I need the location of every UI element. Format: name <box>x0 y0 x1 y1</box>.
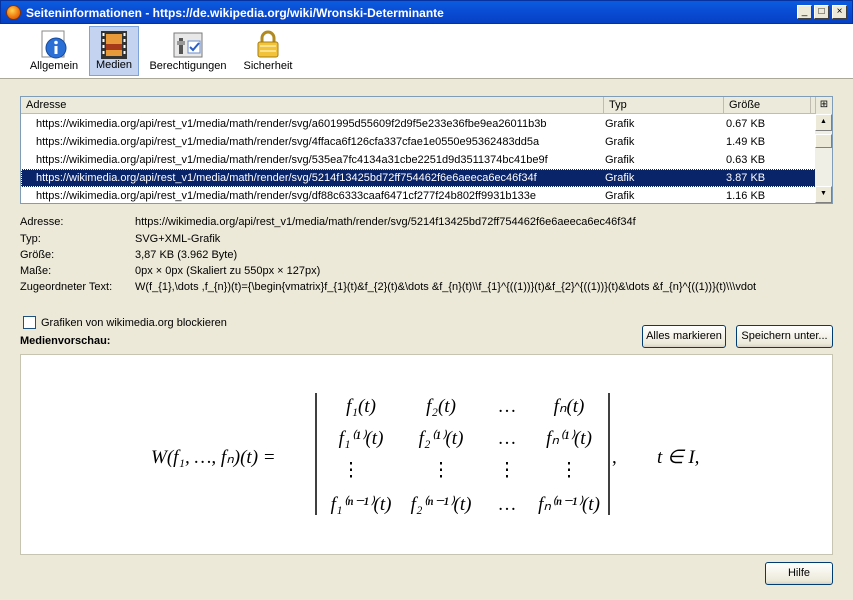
matrix-cell: f₁(t) <box>346 396 376 417</box>
close-button[interactable]: × <box>832 5 847 19</box>
media-table: Adresse Typ Größe ⊞ https://wikimedia.or… <box>20 96 833 204</box>
formula-lhs: W(f₁, …, fₙ)(t) = <box>151 447 276 468</box>
column-picker-icon[interactable]: ⊞ <box>815 97 832 114</box>
detail-label: Größe: <box>20 249 55 261</box>
cell-address: https://wikimedia.org/api/rest_v1/media/… <box>36 136 540 148</box>
select-all-button[interactable]: Alles markieren <box>642 325 726 348</box>
table-row[interactable]: https://wikimedia.org/api/rest_v1/media/… <box>21 115 816 133</box>
matrix-cell: ⋮ <box>342 460 361 481</box>
matrix-cell: fₙ⁽ⁿ⁻¹⁾(t) <box>538 494 600 515</box>
cell-type: Grafik <box>605 190 635 202</box>
detail-value: 3,87 KB (3.962 Byte) <box>135 249 238 261</box>
matrix-cell: f₂⁽ⁿ⁻¹⁾(t) <box>411 494 472 515</box>
detail-label: Zugeordneter Text: <box>20 281 113 293</box>
tab-label: Medien <box>95 59 133 71</box>
cell-size: 0.63 KB <box>726 154 766 166</box>
cell-size: 1.49 KB <box>726 136 766 148</box>
cell-size: 1.16 KB <box>726 190 766 202</box>
tab-label: Berechtigungen <box>149 60 227 72</box>
vertical-scrollbar[interactable]: ▲ ▼ <box>815 114 832 203</box>
cell-address: https://wikimedia.org/api/rest_v1/media/… <box>36 154 548 166</box>
tab-sicherheit[interactable]: Sicherheit <box>240 26 296 76</box>
scroll-thumb[interactable] <box>815 134 832 148</box>
matrix-cell: … <box>498 494 517 515</box>
block-images-checkbox[interactable] <box>23 316 36 329</box>
detail-label: Maße: <box>20 265 52 277</box>
cell-type: Grafik <box>605 172 635 184</box>
matrix-cell: ⋮ <box>498 460 517 481</box>
detail-value: https://wikimedia.org/api/rest_v1/media/… <box>135 216 636 228</box>
lock-icon <box>257 30 279 58</box>
matrix-cell: f₁⁽ⁿ⁻¹⁾(t) <box>331 494 392 515</box>
tab-toolbar: Allgemein Medien Berechtigungen Sicherhe… <box>0 24 853 79</box>
detail-value: W(f_{1},\dots ,f_{n})(t)={\begin{vmatrix… <box>135 281 757 293</box>
matrix-cell: … <box>498 396 517 417</box>
column-header-size[interactable]: Größe <box>724 97 811 113</box>
tab-label: Allgemein <box>29 60 79 72</box>
cell-type: Grafik <box>605 154 635 166</box>
cell-address: https://wikimedia.org/api/rest_v1/media/… <box>36 172 537 184</box>
scroll-down-icon[interactable]: ▼ <box>815 186 832 203</box>
maximize-button[interactable]: □ <box>814 5 829 19</box>
formula-image: W(f₁, …, fₙ)(t) = f₁(t) f₂(t) … fₙ(t) f₁… <box>151 393 699 515</box>
table-header: Adresse Typ Größe ⊞ <box>21 97 832 114</box>
matrix-cell: … <box>498 428 517 449</box>
window-title: Seiteninformationen - https://de.wikiped… <box>26 6 444 20</box>
minimize-button[interactable]: _ <box>797 5 812 19</box>
scroll-up-icon[interactable]: ▲ <box>815 114 832 131</box>
tab-label: Sicherheit <box>243 60 293 72</box>
matrix-cell: f₁⁽¹⁾(t) <box>339 428 384 449</box>
block-images-label[interactable]: Grafiken von wikimedia.org blockieren <box>41 317 227 329</box>
formula-condition: t ∈ I, <box>657 447 699 468</box>
matrix-cell: f₂⁽¹⁾(t) <box>419 428 464 449</box>
save-as-button[interactable]: Speichern unter... <box>736 325 833 348</box>
formula-comma: , <box>612 447 617 468</box>
detail-label: Adresse: <box>20 216 64 228</box>
cell-type: Grafik <box>605 136 635 148</box>
info-icon <box>41 30 67 59</box>
matrix-cell: ⋮ <box>560 460 579 481</box>
cell-size: 3.87 KB <box>726 172 766 184</box>
tab-berechtigungen[interactable]: Berechtigungen <box>148 26 228 76</box>
help-button[interactable]: Hilfe <box>765 562 833 585</box>
media-preview-heading: Medienvorschau: <box>20 335 111 347</box>
column-header-type[interactable]: Typ <box>604 97 724 113</box>
table-row[interactable]: https://wikimedia.org/api/rest_v1/media/… <box>21 151 816 169</box>
table-row-selected[interactable]: https://wikimedia.org/api/rest_v1/media/… <box>21 169 816 187</box>
matrix-cell: fₙ⁽¹⁾(t) <box>546 428 592 449</box>
matrix-cell: f₂(t) <box>426 396 456 417</box>
table-row[interactable]: https://wikimedia.org/api/rest_v1/media/… <box>21 133 816 151</box>
matrix-cell: fₙ(t) <box>554 396 585 417</box>
cell-type: Grafik <box>605 118 635 130</box>
permissions-icon <box>173 32 203 58</box>
detail-label: Typ: <box>20 233 41 245</box>
cell-address: https://wikimedia.org/api/rest_v1/media/… <box>36 118 547 130</box>
column-header-address[interactable]: Adresse <box>21 97 604 113</box>
detail-alt-text: Zugeordneter Text: W(f_{1},\dots ,f_{n})… <box>20 281 833 295</box>
cell-size: 0.67 KB <box>726 118 766 130</box>
tab-allgemein[interactable]: Allgemein <box>28 26 80 76</box>
media-icon <box>101 31 127 59</box>
title-bar: Seiteninformationen - https://de.wikiped… <box>0 0 853 24</box>
cell-address: https://wikimedia.org/api/rest_v1/media/… <box>36 190 537 202</box>
detail-value: SVG+XML-Grafik <box>135 233 221 245</box>
matrix-cell: ⋮ <box>432 460 451 481</box>
firefox-icon <box>6 5 21 20</box>
tab-medien[interactable]: Medien <box>89 26 139 76</box>
detail-value: 0px × 0px (Skaliert zu 550px × 127px) <box>135 265 321 277</box>
table-row[interactable]: https://wikimedia.org/api/rest_v1/media/… <box>21 187 816 205</box>
media-preview: W(f₁, …, fₙ)(t) = f₁(t) f₂(t) … fₙ(t) f₁… <box>20 354 833 555</box>
